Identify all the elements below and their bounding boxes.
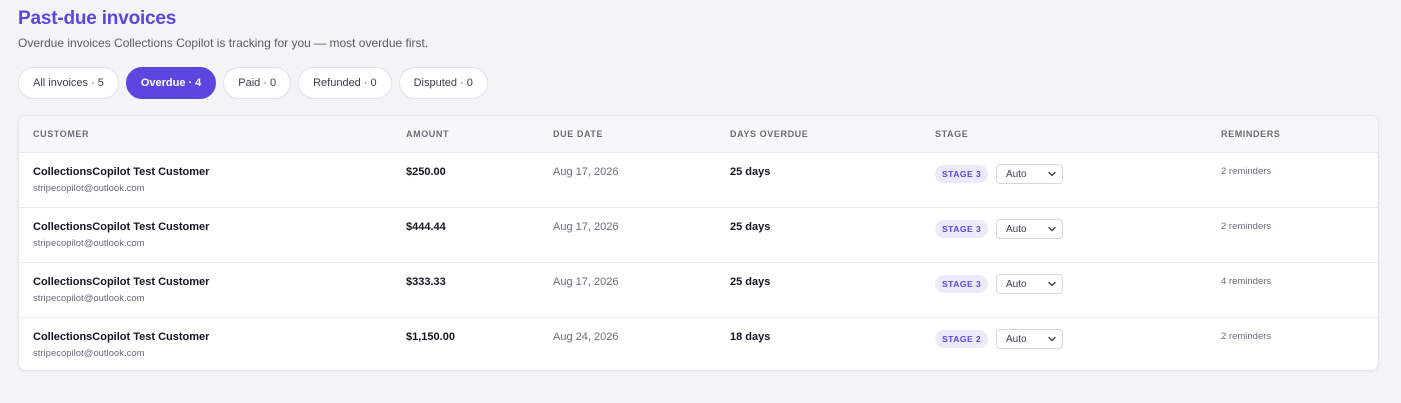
days-overdue: 25 days	[730, 221, 771, 233]
due-date: Aug 24, 2026	[553, 331, 619, 343]
select-value: Auto	[1006, 333, 1027, 345]
customer-email: stripecopilot@outlook.com	[33, 293, 145, 304]
page-title: Past-due invoices	[18, 8, 177, 29]
days-overdue: 25 days	[730, 276, 771, 288]
invoice-amount: $250.00	[406, 166, 446, 178]
reminder-count: 2 reminders	[1221, 331, 1272, 342]
invoice-filter-tabs: All invoices · 5 Overdue · 4 Paid · 0 Refunded…	[18, 67, 488, 99]
invoice-amount: $1,150.00	[406, 331, 455, 343]
column-header-days-overdue: DAYS OVERDUE	[730, 129, 809, 139]
page-subtitle: Overdue invoices Collections Copilot is …	[18, 36, 429, 50]
chevron-down-icon	[1048, 336, 1056, 342]
reminder-count: 4 reminders	[1221, 276, 1272, 287]
tab-separator: ·	[91, 77, 95, 89]
select-value: Auto	[1006, 278, 1027, 290]
tab-all-invoices[interactable]: All invoices · 5	[18, 67, 119, 99]
tab-separator: ·	[188, 77, 193, 89]
select-value: Auto	[1006, 223, 1027, 235]
tab-disputed[interactable]: Disputed · 0	[398, 67, 488, 99]
tab-label: Refunded	[313, 77, 361, 89]
stage-badge: STAGE 3	[935, 220, 989, 238]
table-row[interactable]: CollectionsCopilot Test Customer stripec…	[19, 263, 1378, 318]
reminder-count: 2 reminders	[1221, 221, 1272, 232]
customer-name: CollectionsCopilot Test Customer	[33, 166, 210, 178]
column-header-due-date: DUE DATE	[553, 129, 604, 139]
select-value: Auto	[1006, 168, 1027, 180]
tab-count: 0	[370, 77, 377, 89]
tab-count: 5	[97, 77, 104, 89]
tab-label: Paid	[238, 77, 261, 89]
table-row[interactable]: CollectionsCopilot Test Customer stripec…	[19, 318, 1378, 370]
table-header: CUSTOMER AMOUNT DUE DATE DAYS OVERDUE ST…	[19, 116, 1378, 153]
tab-refunded[interactable]: Refunded · 0	[298, 67, 392, 99]
tab-label: Disputed	[413, 77, 458, 89]
automation-mode-select[interactable]: Auto	[996, 219, 1063, 239]
tab-paid[interactable]: Paid · 0	[223, 67, 292, 99]
automation-mode-select[interactable]: Auto	[996, 329, 1063, 349]
days-overdue: 25 days	[730, 166, 771, 178]
column-header-amount: AMOUNT	[406, 129, 450, 139]
past-due-invoices-page: Past-due invoices Overdue invoices Colle…	[0, 0, 1401, 403]
chevron-down-icon	[1048, 171, 1056, 177]
invoice-amount: $333.33	[406, 276, 446, 288]
customer-email: stripecopilot@outlook.com	[33, 183, 145, 194]
tab-separator: ·	[363, 77, 368, 89]
tab-overdue[interactable]: Overdue · 4	[125, 67, 217, 99]
customer-email: stripecopilot@outlook.com	[33, 238, 145, 249]
due-date: Aug 17, 2026	[553, 276, 619, 288]
customer-email: stripecopilot@outlook.com	[33, 348, 145, 359]
tab-separator: ·	[263, 77, 267, 89]
customer-name: CollectionsCopilot Test Customer	[33, 331, 210, 343]
customer-name: CollectionsCopilot Test Customer	[33, 276, 210, 288]
stage-badge: STAGE 3	[935, 275, 989, 293]
invoice-amount: $444.44	[406, 221, 446, 233]
days-overdue: 18 days	[730, 331, 771, 343]
chevron-down-icon	[1048, 226, 1056, 232]
reminder-count: 2 reminders	[1221, 166, 1272, 177]
due-date: Aug 17, 2026	[553, 221, 619, 233]
tab-label: All invoices	[33, 77, 89, 89]
due-date: Aug 17, 2026	[553, 166, 619, 178]
tab-label: Overdue	[140, 77, 186, 89]
tab-separator: ·	[460, 77, 464, 89]
stage-badge: STAGE 2	[935, 330, 989, 348]
automation-mode-select[interactable]: Auto	[996, 274, 1063, 294]
chevron-down-icon	[1048, 281, 1056, 287]
invoices-table: CUSTOMER AMOUNT DUE DATE DAYS OVERDUE ST…	[18, 115, 1379, 371]
column-header-stage: STAGE	[935, 129, 969, 139]
stage-badge: STAGE 3	[935, 165, 989, 183]
column-header-customer: CUSTOMER	[33, 129, 90, 139]
customer-name: CollectionsCopilot Test Customer	[33, 221, 210, 233]
tab-count: 0	[466, 77, 473, 89]
automation-mode-select[interactable]: Auto	[996, 164, 1063, 184]
table-row[interactable]: CollectionsCopilot Test Customer stripec…	[19, 208, 1378, 263]
column-header-reminders: REMINDERS	[1221, 129, 1281, 139]
tab-count: 0	[269, 77, 277, 89]
table-row[interactable]: CollectionsCopilot Test Customer stripec…	[19, 153, 1378, 208]
tab-count: 4	[195, 77, 202, 89]
